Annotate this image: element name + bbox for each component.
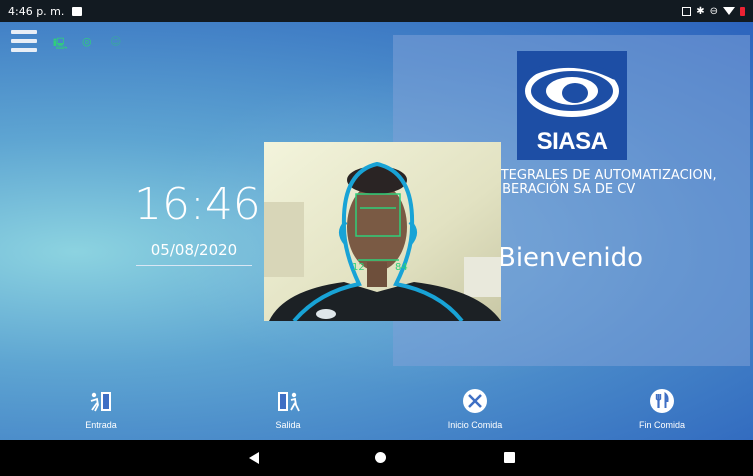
salida-button[interactable]: Salida [228, 388, 348, 430]
kiosk-screen: 🖳 ◎ ☺ 16:46 05/08/2020 SIASA NTEGRALES D… [0, 22, 753, 440]
wifi-icon [723, 7, 735, 15]
recent-apps-icon[interactable] [504, 452, 515, 463]
clock-time: 16:46 [134, 179, 261, 230]
action-bar: Entrada Salida Inicio Comida Fin Comida [0, 382, 753, 440]
company-name: NTEGRALES DE AUTOMATIZACIÓN, LIBERACIÓN … [491, 169, 750, 197]
fingerprint-icon[interactable]: ◎ [82, 35, 92, 48]
battery-icon [740, 6, 745, 16]
camera-preview: 12 84 [264, 142, 501, 321]
salida-label: Salida [275, 420, 301, 430]
monitor-icon[interactable]: 🖳 [53, 35, 68, 54]
camera-feed [264, 142, 501, 321]
menu-icon[interactable] [11, 30, 37, 54]
welcome-message: Bienvenido [498, 243, 644, 273]
fin-comida-label: Fin Comida [638, 420, 685, 430]
enter-door-icon [90, 392, 111, 412]
inicio-comida-button[interactable]: Inicio Comida [415, 388, 535, 430]
android-nav-bar [0, 440, 753, 476]
back-icon[interactable] [249, 452, 259, 464]
logo-text: SIASA [536, 128, 608, 155]
fin-comida-button[interactable]: Fin Comida [602, 388, 722, 430]
landmark-tag-right: 84 [395, 262, 408, 273]
exit-door-icon [278, 392, 300, 412]
entrada-label: Entrada [85, 420, 117, 430]
status-time: 4:46 p. m. [8, 4, 65, 18]
inicio-comida-label: Inicio Comida [447, 420, 503, 430]
status-indicators: ✱ ⊖ [682, 6, 745, 17]
bluetooth-icon: ✱ [696, 5, 705, 17]
face-recognition-icon[interactable]: ☺ [110, 35, 121, 48]
siasa-logo: SIASA [517, 51, 627, 160]
status-bar: 4:46 p. m. ✱ ⊖ [0, 0, 753, 22]
home-icon[interactable] [375, 452, 386, 463]
meal-start-icon [463, 389, 487, 413]
company-name-line2: LIBERACIÓN SA DE CV [491, 182, 636, 197]
image-notification-icon [72, 6, 83, 16]
screenshot-icon [682, 6, 692, 16]
clock-date: 05/08/2020 [136, 241, 252, 266]
do-not-disturb-icon: ⊖ [709, 5, 718, 17]
company-name-line1: NTEGRALES DE AUTOMATIZACIÓN, [491, 169, 717, 183]
landmark-tag-left: 12 [352, 262, 365, 273]
meal-end-icon [650, 389, 674, 413]
entrada-button[interactable]: Entrada [41, 388, 161, 430]
